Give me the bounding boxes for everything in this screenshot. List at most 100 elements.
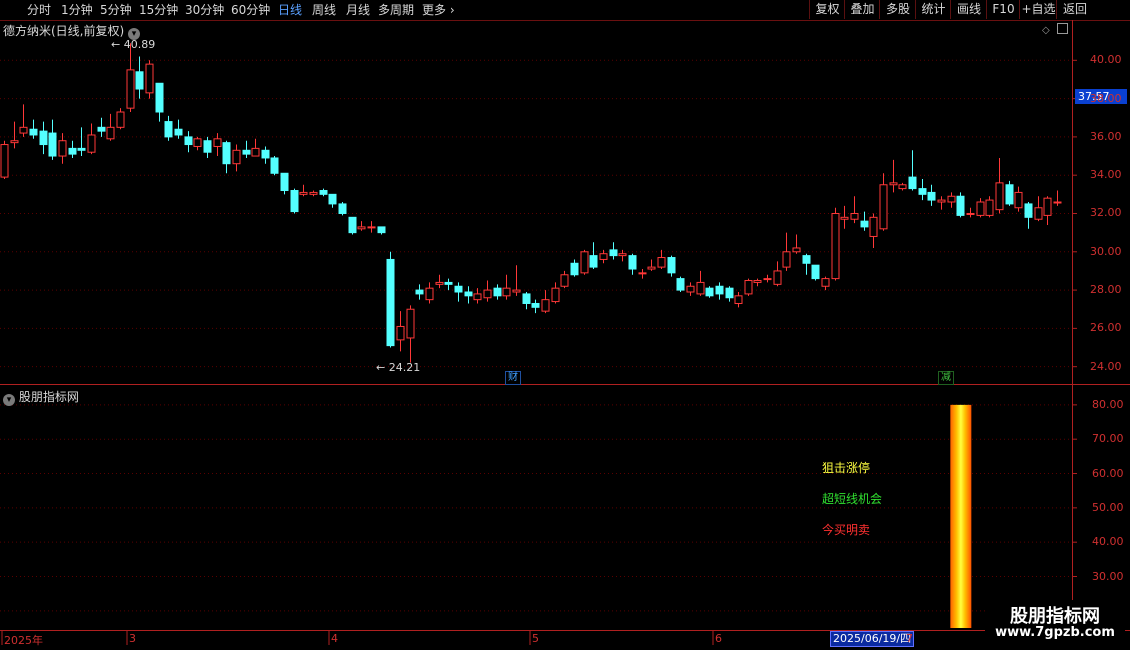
- price-axis-label: 40.00: [1090, 53, 1122, 67]
- candle: [850, 196, 859, 224]
- date-axis-label: 3: [129, 632, 136, 645]
- period-tab-7[interactable]: 周线: [312, 1, 336, 19]
- candle: [377, 226, 386, 235]
- settings-icons: ◇: [1042, 23, 1068, 36]
- indicator-axis-label: 80.00: [1092, 397, 1124, 411]
- candle: [985, 196, 994, 218]
- candle: [860, 211, 869, 231]
- candle: [415, 284, 424, 300]
- indicator-panel-label[interactable]: ▾ 股朋指标网: [3, 388, 79, 406]
- window-icon[interactable]: [1056, 23, 1068, 34]
- event-marker-finance[interactable]: 财: [505, 371, 521, 385]
- candle: [135, 56, 144, 99]
- period-tab-3[interactable]: 15分钟: [139, 1, 178, 19]
- period-tab-9[interactable]: 多周期: [378, 1, 414, 19]
- candle: [821, 276, 830, 291]
- candle: [126, 43, 135, 112]
- candle: [242, 140, 251, 158]
- price-axis-label: 36.00: [1090, 129, 1122, 143]
- candle: [270, 156, 279, 176]
- high-price-label: ← 40.89: [111, 38, 156, 51]
- candle: [203, 136, 212, 158]
- candle: [947, 192, 956, 208]
- candle: [473, 288, 482, 304]
- candle: [213, 133, 222, 157]
- candle: [68, 140, 77, 158]
- candle: [937, 196, 946, 210]
- candle: [386, 251, 395, 348]
- candle: [647, 259, 656, 271]
- indicator-bars: [950, 404, 972, 628]
- candle: [251, 138, 260, 157]
- candle: [840, 205, 849, 229]
- candle: [164, 115, 173, 141]
- candle: [512, 265, 521, 296]
- candle: [87, 123, 96, 155]
- toolbar-button-1[interactable]: 叠加: [844, 0, 880, 19]
- candle: [444, 278, 453, 291]
- period-tab-5[interactable]: 60分钟: [231, 1, 270, 19]
- candle: [811, 264, 820, 281]
- candle: [618, 249, 627, 262]
- price-axis-label: 30.00: [1090, 244, 1122, 258]
- indicator-axis-label: 40.00: [1092, 535, 1124, 549]
- indicator-axis-label: 30.00: [1092, 569, 1124, 583]
- candle: [77, 127, 86, 157]
- toolbar-button-0[interactable]: 复权: [809, 0, 845, 19]
- candle: [927, 184, 936, 206]
- candle: [261, 146, 270, 164]
- candle: [560, 270, 569, 289]
- candle: [396, 311, 405, 352]
- candle: [222, 140, 231, 174]
- price-axis-label: 38.00: [1090, 91, 1122, 105]
- candle: [309, 190, 318, 197]
- candle: [338, 202, 347, 216]
- period-tab-2[interactable]: 5分钟: [100, 1, 132, 19]
- candle: [628, 253, 637, 275]
- chart-grid: [0, 20, 1130, 645]
- candle: [725, 286, 734, 302]
- candle: [19, 104, 28, 137]
- period-tab-0[interactable]: 分时: [27, 1, 51, 19]
- price-axis-label: 24.00: [1090, 359, 1122, 373]
- date-axis-label: 6: [715, 632, 722, 645]
- candle: [1024, 202, 1033, 229]
- price-axis-label: 26.00: [1090, 321, 1122, 335]
- toolbar-button-7[interactable]: 返回: [1056, 0, 1093, 19]
- candle: [802, 253, 811, 275]
- candle: [580, 249, 589, 275]
- period-tab-10[interactable]: 更多 ›: [422, 1, 455, 19]
- period-tab-6[interactable]: 日线: [278, 1, 302, 19]
- candle: [193, 136, 202, 151]
- candle: [10, 121, 19, 149]
- candle: [0, 140, 9, 180]
- date-axis-label: 5: [532, 632, 539, 645]
- date-axis-label: 4: [331, 632, 338, 645]
- candle: [531, 299, 540, 314]
- candle: [667, 255, 676, 277]
- toolbar-button-6[interactable]: +自选: [1019, 0, 1057, 19]
- candle: [454, 282, 463, 302]
- candle: [918, 179, 927, 201]
- watermark-url: www.7gpzb.com: [995, 625, 1115, 640]
- candle: [174, 119, 183, 139]
- period-tab-8[interactable]: 月线: [346, 1, 370, 19]
- candle: [879, 173, 888, 231]
- toolbar-button-3[interactable]: 统计: [915, 0, 951, 19]
- candle: [763, 274, 772, 283]
- candle: [406, 305, 415, 363]
- price-axis-label: 34.00: [1090, 168, 1122, 182]
- candle: [676, 276, 685, 292]
- candle: [425, 282, 434, 304]
- diamond-icon[interactable]: ◇: [1042, 25, 1050, 36]
- candle: [715, 282, 724, 300]
- toolbar-button-4[interactable]: 画线: [950, 0, 987, 19]
- toolbar-button-2[interactable]: 多股: [879, 0, 916, 19]
- toolbar-button-5[interactable]: F10: [986, 0, 1020, 19]
- chevron-down-icon[interactable]: ▾: [3, 394, 15, 406]
- event-marker-reduce[interactable]: 减: [938, 371, 954, 385]
- period-tab-4[interactable]: 30分钟: [185, 1, 224, 19]
- period-tab-1[interactable]: 1分钟: [61, 1, 93, 19]
- chart-area: [0, 20, 1130, 645]
- date-axis-label: 2025年: [4, 634, 43, 647]
